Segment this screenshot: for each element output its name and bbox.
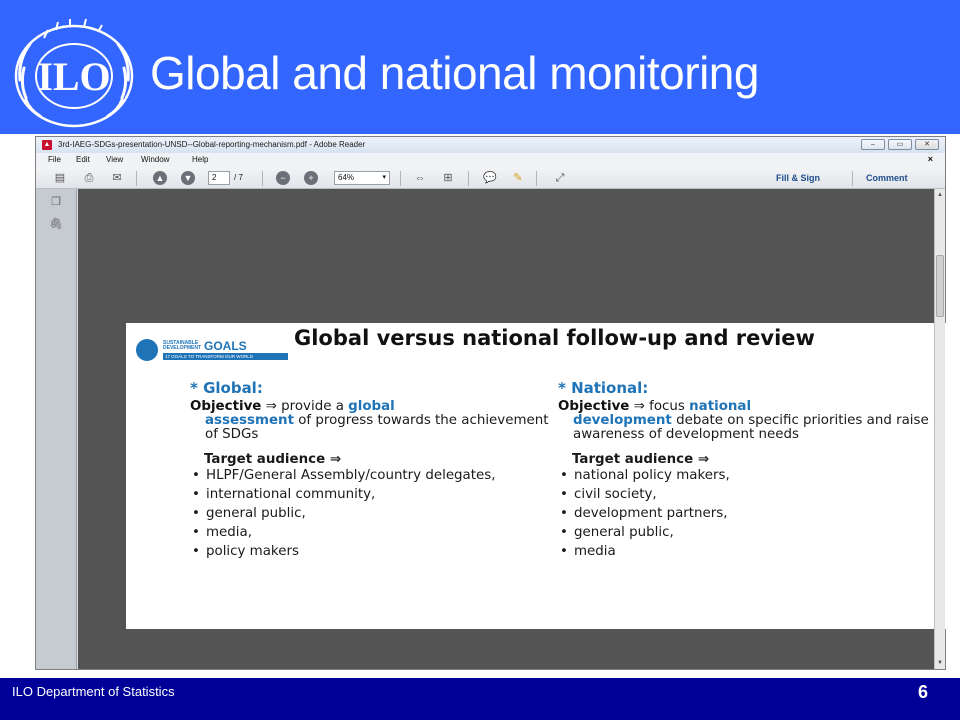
adobe-reader-window: ▲ 3rd-IAEG-SDGs-presentation-UNSD--Globa…	[35, 136, 960, 670]
list-item: general public,	[558, 526, 958, 541]
menu-help[interactable]: Help	[192, 155, 208, 164]
window-title: 3rd-IAEG-SDGs-presentation-UNSD--Global-…	[58, 140, 366, 149]
list-item: general public,	[190, 507, 550, 522]
arrow-icon: ⇒	[265, 399, 277, 414]
pdf-heading: Global versus national follow-up and rev…	[294, 326, 815, 350]
menu-window[interactable]: Window	[141, 155, 169, 164]
window-titlebar: ▲ 3rd-IAEG-SDGs-presentation-UNSD--Globa…	[36, 137, 945, 153]
footer-text: ILO Department of Statistics	[12, 684, 175, 699]
global-label: * Global:	[190, 379, 263, 397]
page-number-input[interactable]: 2	[208, 171, 230, 185]
menu-edit[interactable]: Edit	[76, 155, 90, 164]
zoom-value: 64%	[338, 173, 355, 182]
toolbar-separator	[468, 171, 469, 186]
global-audience-list: HLPF/General Assembly/country delegates,…	[190, 469, 550, 560]
navigation-pane: ❐ 🖇	[36, 189, 77, 669]
objective-text: provide a	[276, 399, 349, 414]
save-icon[interactable]: ▤	[52, 171, 68, 185]
minimize-button[interactable]: –	[861, 139, 885, 150]
fit-width-icon[interactable]: ⇔	[412, 171, 428, 185]
ilo-logo-letters: ILO	[37, 54, 110, 99]
list-item: media,	[190, 526, 550, 541]
slide-header: ILO Global and national monitoring	[0, 0, 960, 134]
highlight-icon[interactable]: ✎	[510, 171, 526, 185]
global-column: * Global: Objective ⇒ provide a global a…	[190, 379, 550, 564]
fit-page-icon[interactable]: ⊞	[440, 171, 456, 185]
slide-title: Global and national monitoring	[150, 47, 759, 99]
toolbar-separator	[852, 171, 853, 186]
objective-highlight: assessment	[205, 413, 294, 428]
zoom-select[interactable]: 64% ▾	[334, 171, 390, 185]
national-audience-list: national policy makers, civil society, d…	[558, 469, 958, 560]
document-canvas: SUSTAINABLE DEVELOPMENT GOALS 17 GOALS T…	[78, 189, 960, 669]
print-icon[interactable]: ⎙	[81, 171, 97, 185]
sdg-logo: SUSTAINABLE DEVELOPMENT GOALS 17 GOALS T…	[136, 339, 291, 361]
objective-highlight: global	[348, 399, 395, 414]
close-document-icon[interactable]: ×	[928, 154, 933, 164]
pdf-file-icon: ▲	[42, 140, 52, 150]
toolbar-separator	[262, 171, 263, 186]
next-page-icon[interactable]: ▼	[181, 171, 195, 185]
slide-footer: ILO Department of Statistics 6	[0, 678, 960, 720]
sdg-logo-line2: DEVELOPMENT	[163, 345, 202, 351]
close-window-button[interactable]: ✕	[915, 139, 939, 150]
un-emblem-icon	[136, 339, 158, 361]
toolbar-separator	[136, 171, 137, 186]
toolbar: ▤ ⎙ ✉ ▲ ▼ 2 / 7 − + 64% ▾ ⇔ ⊞ 💬 ✎ ⤢ Fill…	[36, 167, 945, 189]
pdf-page: SUSTAINABLE DEVELOPMENT GOALS 17 GOALS T…	[126, 323, 960, 629]
list-item: media	[558, 545, 958, 560]
window-controls: – ▭ ✕	[861, 139, 939, 150]
list-item: national policy makers,	[558, 469, 958, 484]
comment-bubble-icon[interactable]: 💬	[482, 171, 498, 185]
scroll-thumb[interactable]	[936, 255, 944, 317]
national-objective: Objective ⇒ focus national development d…	[558, 400, 958, 442]
national-target-audience: Target audience ⇒	[572, 452, 710, 467]
global-objective: Objective ⇒ provide a global assessment …	[190, 400, 550, 442]
national-column: * National: Objective ⇒ focus national d…	[558, 379, 958, 564]
menu-bar: File Edit View Window Help ×	[36, 153, 945, 167]
menu-file[interactable]: File	[48, 155, 61, 164]
page-thumbnails-icon[interactable]: ❐	[49, 195, 63, 209]
zoom-out-icon[interactable]: −	[276, 171, 290, 185]
page-total: / 7	[234, 173, 243, 182]
list-item: policy makers	[190, 545, 550, 560]
toolbar-separator	[536, 171, 537, 186]
attachments-icon[interactable]: 🖇	[49, 217, 63, 231]
slide-page-number: 6	[918, 682, 929, 702]
objective-highlight: development	[573, 413, 672, 428]
objective-lead: Objective	[190, 399, 262, 414]
objective-body: development debate on specific prioritie…	[558, 414, 958, 442]
objective-text: focus	[644, 399, 690, 414]
menu-view[interactable]: View	[106, 155, 123, 164]
sdg-logo-goals: GOALS	[204, 339, 247, 353]
zoom-in-icon[interactable]: +	[304, 171, 318, 185]
email-icon[interactable]: ✉	[109, 171, 125, 185]
national-label: * National:	[558, 379, 649, 397]
list-item: development partners,	[558, 507, 958, 522]
comment-button[interactable]: Comment	[866, 173, 908, 183]
vertical-scrollbar[interactable]: ▲ ▼	[934, 189, 945, 669]
toolbar-separator	[400, 171, 401, 186]
ilo-logo-icon: ILO	[14, 18, 134, 128]
maximize-button[interactable]: ▭	[888, 139, 912, 150]
objective-body: assessment of progress towards the achie…	[190, 414, 550, 442]
arrow-icon: ⇒	[633, 399, 645, 414]
fill-sign-button[interactable]: Fill & Sign	[776, 173, 820, 183]
list-item: civil society,	[558, 488, 958, 503]
scroll-up-icon[interactable]: ▲	[936, 191, 944, 199]
previous-page-icon[interactable]: ▲	[153, 171, 167, 185]
scroll-down-icon[interactable]: ▼	[936, 659, 944, 667]
list-item: international community,	[190, 488, 550, 503]
objective-highlight: national	[689, 399, 752, 414]
global-target-audience: Target audience ⇒	[204, 452, 342, 467]
sdg-logo-tagline: 17 GOALS TO TRANSFORM OUR WORLD	[163, 353, 288, 360]
expand-icon[interactable]: ⤢	[552, 171, 568, 185]
objective-lead: Objective	[558, 399, 630, 414]
chevron-down-icon: ▾	[382, 174, 386, 181]
list-item: HLPF/General Assembly/country delegates,	[190, 469, 550, 484]
